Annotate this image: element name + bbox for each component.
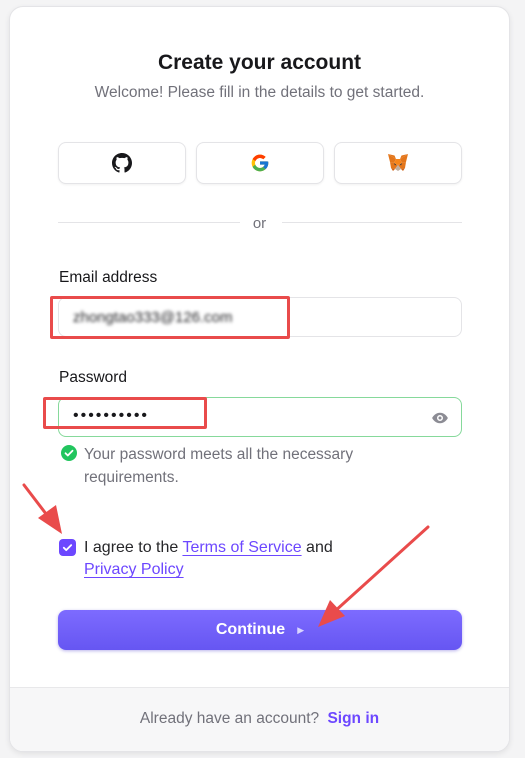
caret-right-icon: ▶ xyxy=(297,624,305,635)
agree-checkbox[interactable] xyxy=(59,539,76,556)
signup-card: Create your account Welcome! Please fill… xyxy=(9,6,510,752)
email-label: Email address xyxy=(59,269,158,286)
google-button[interactable] xyxy=(196,142,324,184)
terms-link[interactable]: Terms of Service xyxy=(182,539,301,556)
eye-icon[interactable] xyxy=(431,409,449,427)
email-highlight-box xyxy=(50,296,290,339)
footer: Already have an account? Sign in xyxy=(10,687,509,751)
agreement-middle: and xyxy=(306,539,333,556)
github-icon xyxy=(112,153,132,173)
divider-label: or xyxy=(252,215,267,232)
password-label: Password xyxy=(59,369,128,386)
privacy-link[interactable]: Privacy Policy xyxy=(84,561,184,578)
password-highlight-box xyxy=(43,397,207,429)
github-button[interactable] xyxy=(58,142,186,184)
divider-right xyxy=(282,222,462,223)
metamask-fox-icon xyxy=(388,154,408,171)
agreement-prefix: I agree to the xyxy=(84,539,179,556)
continue-button[interactable]: Continue ▶ xyxy=(58,610,462,650)
page-title: Create your account xyxy=(157,51,362,74)
social-buttons xyxy=(58,142,462,184)
footer-text: Already have an account? xyxy=(139,710,320,727)
metamask-button[interactable] xyxy=(334,142,462,184)
checkmark-icon xyxy=(62,544,73,552)
password-hint: Your password meets all the necessary re… xyxy=(84,446,354,486)
google-icon xyxy=(251,154,269,172)
agreement-text: I agree to the Terms of Service and Priv… xyxy=(84,537,384,581)
continue-label: Continue xyxy=(215,621,286,638)
check-circle-icon xyxy=(61,445,77,461)
page-subtitle: Welcome! Please fill in the details to g… xyxy=(94,84,425,101)
sign-in-link[interactable]: Sign in xyxy=(327,710,379,727)
